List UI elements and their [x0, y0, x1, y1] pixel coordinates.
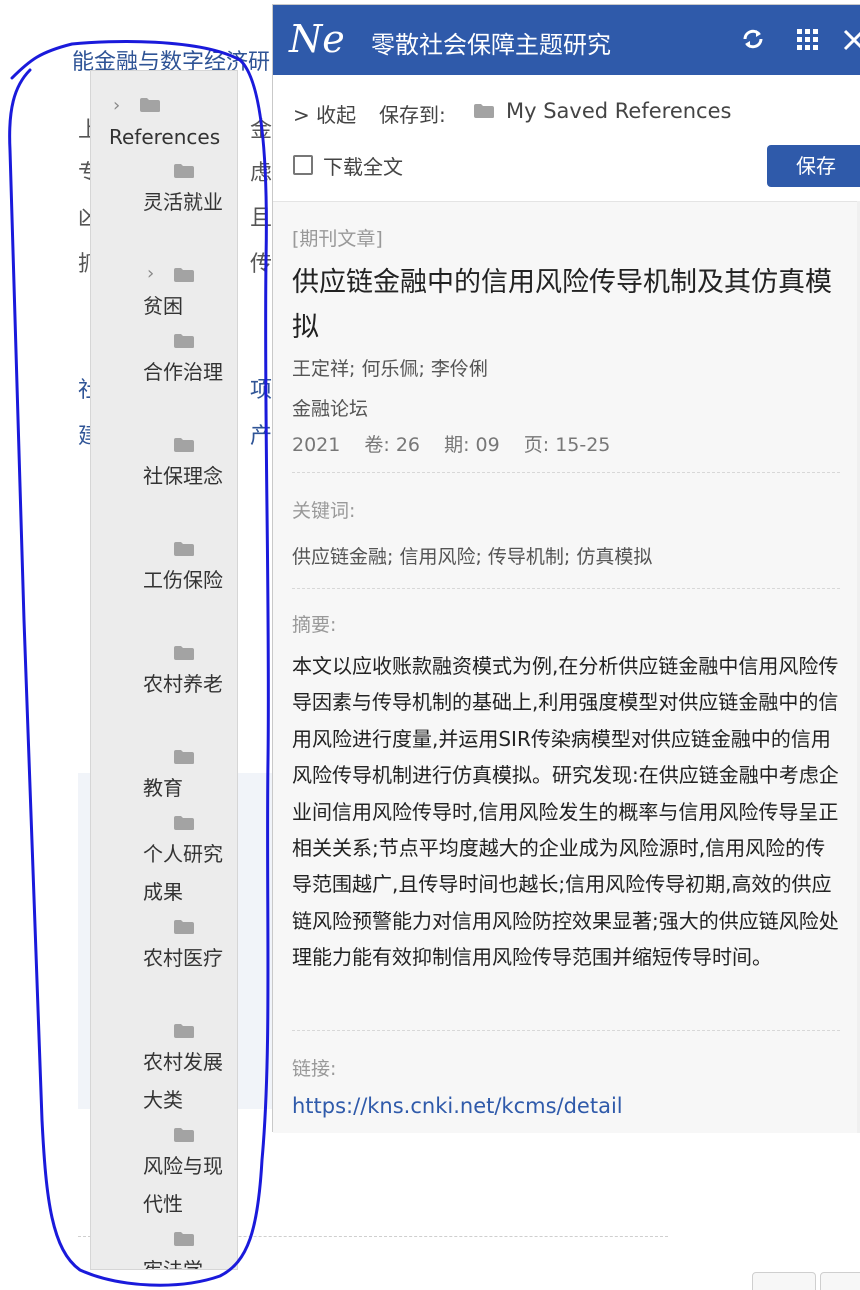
folder-item[interactable]: 农村医疗: [91, 919, 237, 1023]
item-issue[interactable]: 期: 09: [444, 434, 500, 456]
refresh-icon[interactable]: [737, 23, 769, 55]
folder-icon: [173, 749, 195, 765]
folder-icon: [173, 815, 195, 831]
folder-item-label: 灵活就业: [143, 190, 223, 214]
background-button[interactable]: [820, 1272, 860, 1290]
folder-icon: [173, 333, 195, 349]
folder-icon: [173, 163, 195, 179]
folder-icon: [173, 1127, 195, 1143]
library-title[interactable]: 零散社会保障主题研究: [371, 25, 611, 60]
section-divider: [292, 1030, 840, 1031]
clipper-popup: Ne 零散社会保障主题研究 > 收起 保存到: My Saved Referen…: [272, 4, 860, 1133]
item-authors[interactable]: 王定祥; 何乐佩; 李伶俐: [292, 354, 488, 381]
download-fulltext-label[interactable]: 下载全文: [323, 151, 403, 180]
folder-item[interactable]: 农村养老: [91, 645, 237, 749]
item-title[interactable]: 供应链金融中的信用风险传导机制及其仿真模拟: [292, 260, 842, 350]
section-divider: [292, 588, 840, 589]
record-details: [期刊文章] 供应链金融中的信用风险传导机制及其仿真模拟 王定祥; 何乐佩; 李…: [273, 201, 859, 1133]
folder-item[interactable]: 工伤保险: [91, 541, 237, 645]
folder-icon: [173, 919, 195, 935]
folder-root-references[interactable]: References: [109, 125, 220, 149]
folder-icon: [173, 645, 195, 661]
item-year[interactable]: 2021: [292, 434, 340, 456]
item-pages[interactable]: 页: 15-25: [524, 434, 611, 456]
link-label: 链接:: [292, 1058, 337, 1080]
folder-item[interactable]: 个人研究成果: [91, 815, 237, 919]
abstract-label: 摘要:: [292, 614, 337, 636]
folder-item-label: 农村医疗: [143, 946, 223, 970]
folder-icon: [473, 103, 495, 123]
item-journal[interactable]: 金融论坛: [292, 394, 368, 421]
item-volume[interactable]: 卷: 26: [364, 434, 420, 456]
item-meta: 2021 卷: 26 期: 09 页: 15-25: [292, 430, 628, 457]
folder-icon: [173, 1231, 195, 1247]
folder-item-label: 个人研究成果: [143, 842, 223, 904]
folder-item[interactable]: 风险与现代性: [91, 1127, 237, 1231]
download-fulltext-checkbox[interactable]: [293, 155, 313, 175]
app-logo: Ne: [289, 17, 345, 61]
close-icon[interactable]: [841, 23, 860, 55]
folder-item-label: 农村发展大类: [143, 1050, 223, 1112]
folder-item-label: 合作治理: [143, 360, 223, 384]
folder-item[interactable]: 社保理念: [91, 437, 237, 541]
folder-icon: [173, 437, 195, 453]
collapse-link[interactable]: > 收起: [293, 99, 356, 128]
keywords-label: 关键词:: [292, 500, 356, 522]
folder-item[interactable]: 合作治理: [91, 333, 237, 437]
item-keywords[interactable]: 供应链金融; 信用风险; 传导机制; 仿真模拟: [292, 542, 652, 569]
folder-item-label: 工伤保险: [143, 568, 223, 592]
folder-item[interactable]: 灵活就业: [91, 163, 237, 267]
save-to-folder-selector[interactable]: My Saved References: [506, 99, 731, 123]
folder-item-label: 社保理念: [143, 464, 223, 488]
item-type: [期刊文章]: [292, 228, 383, 250]
background-button[interactable]: [752, 1272, 816, 1290]
save-to-label: 保存到:: [379, 103, 446, 127]
chevron-right-icon[interactable]: ›: [147, 265, 154, 283]
grid-icon[interactable]: [791, 23, 823, 55]
chevron-right-icon[interactable]: ›: [113, 97, 120, 115]
popup-header: Ne 零散社会保障主题研究: [273, 5, 860, 75]
section-divider: [292, 472, 840, 473]
folder-item-label: 风险与现代性: [143, 1154, 223, 1216]
folder-icon: [173, 1023, 195, 1039]
folder-item[interactable]: 教育: [91, 749, 237, 815]
folder-icon: [173, 267, 195, 283]
save-button[interactable]: 保存: [767, 145, 860, 187]
folder-item-label: 农村养老: [143, 672, 223, 696]
item-url-link[interactable]: https://kns.cnki.net/kcms/detail: [292, 1094, 623, 1118]
folder-item[interactable]: 农村发展大类: [91, 1023, 237, 1127]
folder-item-label: 贫困: [143, 294, 183, 318]
folder-tree-dropdown[interactable]: › References 灵活就业 › 贫困 合作治理 社保理念 工伤保险 农村…: [90, 70, 238, 1270]
item-abstract[interactable]: 本文以应收账款融资模式为例,在分析供应链金融中信用风险传导因素与传导机制的基础上…: [292, 648, 842, 976]
folder-item-label: 教育: [143, 776, 183, 800]
save-toolbar: > 收起 保存到: My Saved References 下载全文 保存: [273, 75, 860, 201]
folder-item-label: 宪法学: [143, 1258, 203, 1270]
folder-icon: [173, 541, 195, 557]
folder-icon: [139, 97, 161, 113]
folder-item[interactable]: 宪法学: [91, 1231, 237, 1270]
folder-item[interactable]: › 贫困: [91, 265, 237, 333]
